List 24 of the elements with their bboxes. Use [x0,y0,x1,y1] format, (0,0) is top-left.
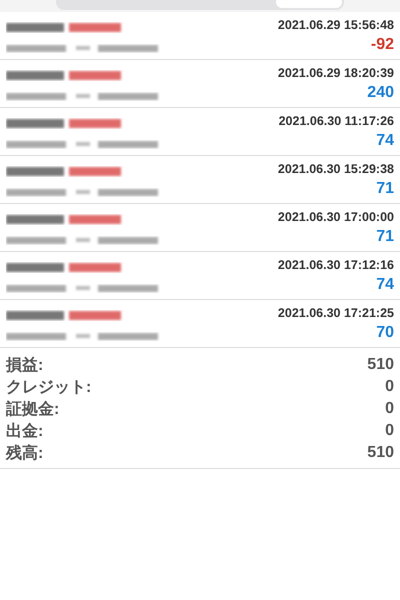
summary-label: 損益: [6,356,44,376]
summary-label: 残高: [6,443,44,464]
summary-value: 510 [367,444,394,462]
summary-label: 出金: [6,422,44,442]
profit-value: 71 [376,180,394,198]
summary-label: 証拠金: [6,399,60,420]
trade-time: 2021.06.29 15:56:48 [278,18,394,32]
trade-time: 2021.06.30 17:00:00 [278,210,394,224]
summary-value: 0 [385,422,394,440]
summary-value: 510 [367,356,394,374]
profit-value: 240 [367,84,394,102]
profit-value: 74 [376,132,394,150]
summary-value: 0 [385,378,394,396]
trade-time: 2021.06.30 17:12:16 [278,258,394,272]
trade-time: 2021.06.30 11:17:26 [278,114,394,128]
profit-value: 70 [376,324,394,342]
profit-value: 74 [376,276,394,294]
trade-time: 2021.06.29 18:20:39 [278,66,394,80]
summary-value: 0 [385,400,394,418]
summary-label: クレジット: [6,378,92,398]
profit-value: -92 [370,36,394,54]
trade-time: 2021.06.30 15:29:38 [278,162,394,176]
profit-value: 71 [376,228,394,246]
trade-time: 2021.06.30 17:21:25 [278,306,394,320]
